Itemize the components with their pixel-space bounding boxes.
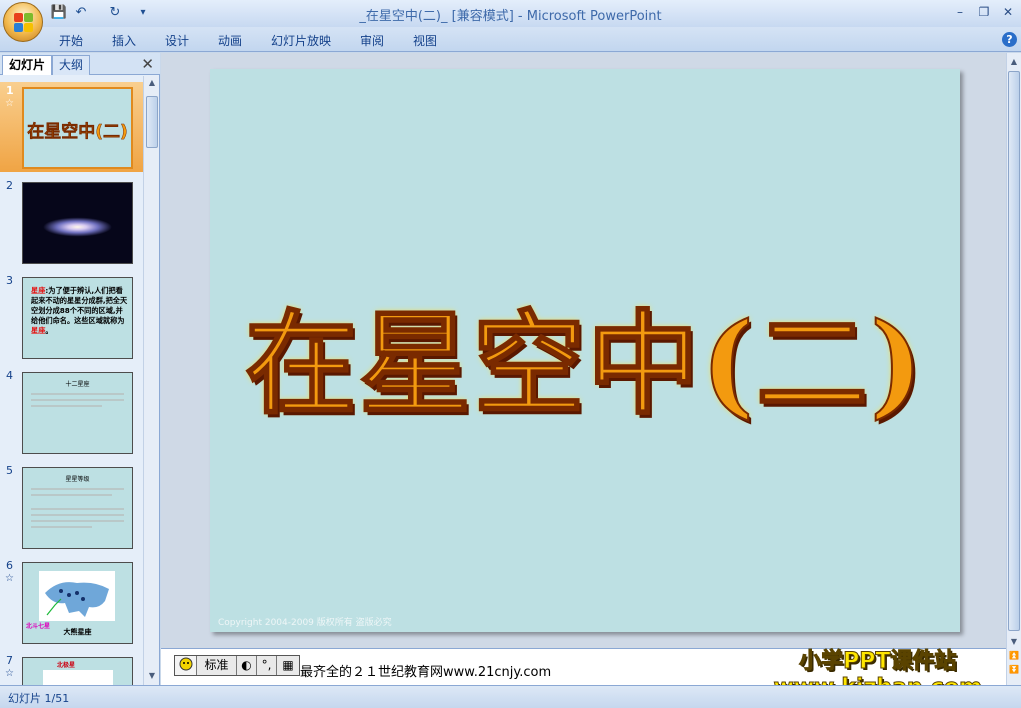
slide-thumbnail[interactable]: 北极星: [22, 657, 133, 685]
animation-icon: ☆: [5, 98, 14, 109]
ime-mode-label[interactable]: 标准: [197, 656, 237, 675]
thumbnail-heading: 星星等级: [65, 476, 90, 483]
next-slide-icon[interactable]: ⏬: [1008, 665, 1020, 677]
slide-thumbnail[interactable]: 北斗七星 大熊星座: [22, 562, 133, 644]
tab-home[interactable]: 开始: [59, 32, 83, 49]
scroll-up-icon[interactable]: ▲: [146, 78, 158, 90]
slide-number: 7: [6, 654, 13, 667]
thumbnail-body-text: 星座:为了便于辨认,人们把看起来不动的星星分成群,把全天空划分成88个不同的区域…: [31, 286, 128, 335]
ime-logo-icon[interactable]: [175, 656, 197, 675]
close-button[interactable]: ✕: [998, 3, 1018, 21]
punctuation-icon[interactable]: °,: [257, 656, 277, 675]
slide-position-status: 幻灯片 1/51: [8, 692, 70, 705]
slide-title[interactable]: 在星空中(二): [210, 274, 960, 436]
restore-button[interactable]: ❐: [974, 3, 994, 21]
ime-toolbar: 标准 ◐ °, ▦: [174, 655, 300, 676]
slide-thumbnail-row[interactable]: 5 星星等级: [0, 462, 143, 552]
slide-thumbnail[interactable]: 在星空中(二): [22, 87, 133, 169]
title-bar: 💾 ↶ ↻ ▾ _在星空中(二)_ [兼容模式] - Microsoft Pow…: [0, 0, 1021, 27]
tab-view[interactable]: 视图: [413, 32, 437, 49]
ribbon-tabs: 开始 插入 设计 动画 幻灯片放映 审阅 视图 ?: [0, 27, 1021, 52]
tab-outline[interactable]: 大纲: [52, 55, 91, 75]
slide-thumbnail-row[interactable]: 3 星座:为了便于辨认,人们把看起来不动的星星分成群,把全天空划分成88个不同的…: [0, 272, 143, 362]
slide-number: 4: [6, 369, 13, 382]
previous-slide-icon[interactable]: ⏫: [1008, 651, 1020, 663]
slide-thumbnail-row[interactable]: 4 十二星座: [0, 367, 143, 457]
tab-insert[interactable]: 插入: [112, 32, 136, 49]
tab-slides[interactable]: 幻灯片: [2, 55, 53, 75]
soft-keyboard-icon[interactable]: ▦: [277, 656, 299, 675]
slide-number: 3: [6, 274, 13, 287]
scrollbar-thumb[interactable]: [146, 96, 158, 148]
scroll-up-icon[interactable]: ▲: [1008, 57, 1020, 69]
slide-editor: 在星空中(二) Copyright 2004-2009 版权所有 盗版必究: [161, 53, 1006, 648]
thumbnail-scrollbar[interactable]: ▲ ▼: [143, 76, 159, 685]
thumbnail-title: 在星空中(二): [27, 122, 128, 143]
scrollbar-thumb[interactable]: [1008, 71, 1020, 631]
thumbnail-heading: 十二星座: [65, 381, 90, 388]
office-logo-icon: [14, 13, 34, 33]
window-title: _在星空中(二)_ [兼容模式] - Microsoft PowerPoint: [359, 9, 662, 24]
scroll-down-icon[interactable]: ▼: [1008, 637, 1020, 649]
minimize-button[interactable]: –: [950, 3, 970, 21]
constellation-image: [39, 571, 115, 621]
slide-thumbnail[interactable]: 十二星座: [22, 372, 133, 454]
tab-design[interactable]: 设计: [165, 32, 189, 49]
animation-icon: ☆: [5, 668, 14, 679]
slide-canvas[interactable]: 在星空中(二) Copyright 2004-2009 版权所有 盗版必究: [210, 69, 960, 632]
slide-copyright: Copyright 2004-2009 版权所有 盗版必究: [218, 618, 392, 628]
slide-number: 1: [6, 84, 14, 97]
tab-review[interactable]: 审阅: [360, 32, 384, 49]
slide-thumbnail-row[interactable]: 1 ☆ 在星空中(二): [0, 82, 143, 172]
slide-thumbnail[interactable]: 星座:为了便于辨认,人们把看起来不动的星星分成群,把全天空划分成88个不同的区域…: [22, 277, 133, 359]
animation-icon: ☆: [5, 573, 14, 584]
scroll-down-icon[interactable]: ▼: [146, 671, 158, 683]
pane-tabs: 幻灯片 大纲 ✕: [0, 53, 160, 75]
office-button[interactable]: [3, 2, 43, 42]
slide-number: 5: [6, 464, 13, 477]
slide-thumbnail-row[interactable]: 6 ☆ 北斗七星 大熊星座: [0, 557, 143, 647]
notes-text[interactable]: 最齐全的２１世纪教育网www.21cnjy.com: [300, 661, 551, 680]
slides-pane: 幻灯片 大纲 ✕ 1 ☆ 在星空中(二) 2 3 星座:为了便于辨认,人们把看起…: [0, 53, 160, 685]
half-width-icon[interactable]: ◐: [237, 656, 257, 675]
thumbnail-caption: 大熊星座: [63, 628, 92, 636]
slide-thumbnail[interactable]: 星星等级: [22, 467, 133, 549]
slide-number: 6: [6, 559, 13, 572]
editor-scrollbar[interactable]: ▲ ▼ ⏫ ⏬: [1006, 53, 1021, 685]
slide-thumbnail-row[interactable]: 2: [0, 177, 143, 267]
close-pane-icon[interactable]: ✕: [141, 55, 154, 73]
slide-thumbnail[interactable]: [22, 182, 133, 264]
tab-slideshow[interactable]: 幻灯片放映: [271, 32, 331, 49]
slide-thumbnail-list: 1 ☆ 在星空中(二) 2 3 星座:为了便于辨认,人们把看起来不动的星星分成群…: [0, 76, 143, 685]
tab-animations[interactable]: 动画: [218, 32, 242, 49]
galaxy-image: [23, 183, 132, 263]
slide-thumbnail-row[interactable]: 7 ☆ 北极星: [0, 652, 143, 685]
notes-pane[interactable]: 标准 ◐ °, ▦ 最齐全的２１世纪教育网www.21cnjy.com 小学PP…: [161, 648, 1006, 701]
thumbnail-label: 北极星: [57, 662, 76, 669]
slide-number: 2: [6, 179, 13, 192]
help-icon[interactable]: ?: [1002, 32, 1017, 47]
status-bar: 幻灯片 1/51: [0, 685, 1021, 708]
